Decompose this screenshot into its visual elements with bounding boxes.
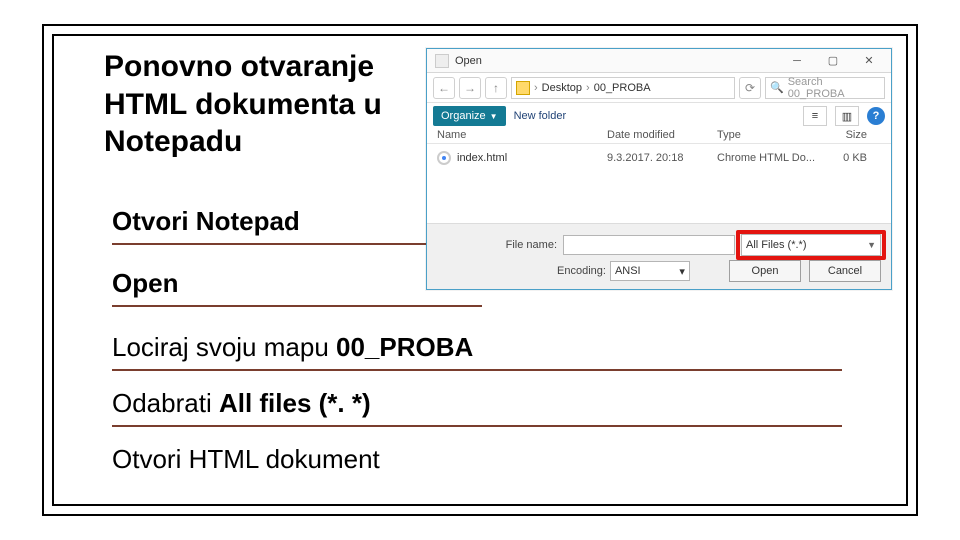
open-button-label: Open	[752, 265, 779, 277]
minimize-button[interactable]: ─	[779, 50, 815, 72]
filename-label: File name:	[437, 239, 557, 251]
help-button[interactable]: ?	[867, 107, 885, 125]
file-date: 9.3.2017. 20:18	[607, 152, 717, 164]
col-date[interactable]: Date modified	[607, 129, 717, 141]
view-mode-button[interactable]: ≡	[803, 106, 827, 126]
open-dialog: Open ─ ▢ ✕ ← → ↑ › Desktop › 00_PROBA ⟳	[426, 48, 892, 290]
dialog-title: Open	[455, 55, 482, 67]
maximize-button[interactable]: ▢	[815, 50, 851, 72]
bullet-text: Odabrati	[112, 388, 219, 418]
slide-inner-frame: Ponovno otvaranje HTML dokumenta u Notep…	[52, 34, 908, 506]
bullet-open-doc: Otvori HTML dokument	[112, 444, 842, 481]
chrome-icon	[437, 151, 451, 165]
chevron-down-icon: ▾	[679, 265, 685, 278]
back-button[interactable]: ←	[433, 77, 455, 99]
slide-title: Ponovno otvaranje HTML dokumenta u Notep…	[104, 48, 404, 161]
bullet-bold: All files (*. *)	[219, 388, 371, 418]
col-size[interactable]: Size	[817, 129, 867, 141]
column-headers[interactable]: Name Date modified Type Size	[427, 129, 891, 144]
new-folder-button[interactable]: New folder	[514, 110, 567, 122]
file-name: index.html	[457, 152, 607, 164]
address-bar: ← → ↑ › Desktop › 00_PROBA ⟳ 🔍 Search 00…	[427, 73, 891, 103]
chevron-down-icon: ▼	[867, 240, 876, 250]
encoding-value: ANSI	[615, 265, 641, 277]
organize-button[interactable]: Organize ▼	[433, 106, 506, 126]
encoding-dropdown[interactable]: ANSI ▾	[610, 261, 690, 281]
bullet-bold: 00_PROBA	[336, 332, 473, 362]
search-icon: 🔍	[770, 81, 784, 94]
app-icon	[435, 54, 449, 68]
cancel-button-label: Cancel	[828, 265, 862, 277]
filetype-dropdown[interactable]: All Files (*.*) ▼	[741, 234, 881, 256]
col-name[interactable]: Name	[437, 129, 607, 141]
folder-icon	[516, 81, 530, 95]
search-placeholder: Search 00_PROBA	[788, 76, 880, 100]
titlebar: Open ─ ▢ ✕	[427, 49, 891, 73]
toolbar: Organize ▼ New folder ≡ ▥ ?	[427, 103, 891, 129]
preview-pane-button[interactable]: ▥	[835, 106, 859, 126]
bullet-text: Lociraj svoju mapu	[112, 332, 336, 362]
file-size: 0 KB	[817, 152, 867, 164]
chevron-down-icon: ▼	[490, 112, 498, 121]
breadcrumb-part[interactable]: 00_PROBA	[594, 82, 651, 94]
encoding-label: Encoding:	[557, 265, 606, 277]
file-row[interactable]: index.html 9.3.2017. 20:18 Chrome HTML D…	[437, 148, 881, 168]
file-type: Chrome HTML Do...	[717, 152, 817, 164]
filetype-value: All Files (*.*)	[746, 239, 807, 251]
cancel-button[interactable]: Cancel	[809, 260, 881, 282]
bullet-select-allfiles: Odabrati All files (*. *)	[112, 388, 842, 427]
close-button[interactable]: ✕	[851, 50, 887, 72]
chevron-right-icon: ›	[586, 82, 590, 94]
organize-label: Organize	[441, 110, 486, 122]
chevron-right-icon: ›	[534, 82, 538, 94]
file-list: index.html 9.3.2017. 20:18 Chrome HTML D…	[427, 144, 891, 214]
dialog-bottom: File name: All Files (*.*) ▼ Encoding: A…	[427, 223, 891, 289]
bullet-locate-folder: Lociraj svoju mapu 00_PROBA	[112, 332, 842, 371]
filename-input[interactable]	[563, 235, 735, 255]
forward-button[interactable]: →	[459, 77, 481, 99]
col-type[interactable]: Type	[717, 129, 817, 141]
breadcrumb[interactable]: › Desktop › 00_PROBA	[511, 77, 735, 99]
up-button[interactable]: ↑	[485, 77, 507, 99]
slide-outer-frame: Ponovno otvaranje HTML dokumenta u Notep…	[42, 24, 918, 516]
search-input[interactable]: 🔍 Search 00_PROBA	[765, 77, 885, 99]
breadcrumb-part[interactable]: Desktop	[542, 82, 582, 94]
open-button[interactable]: Open	[729, 260, 801, 282]
refresh-button[interactable]: ⟳	[739, 77, 761, 99]
